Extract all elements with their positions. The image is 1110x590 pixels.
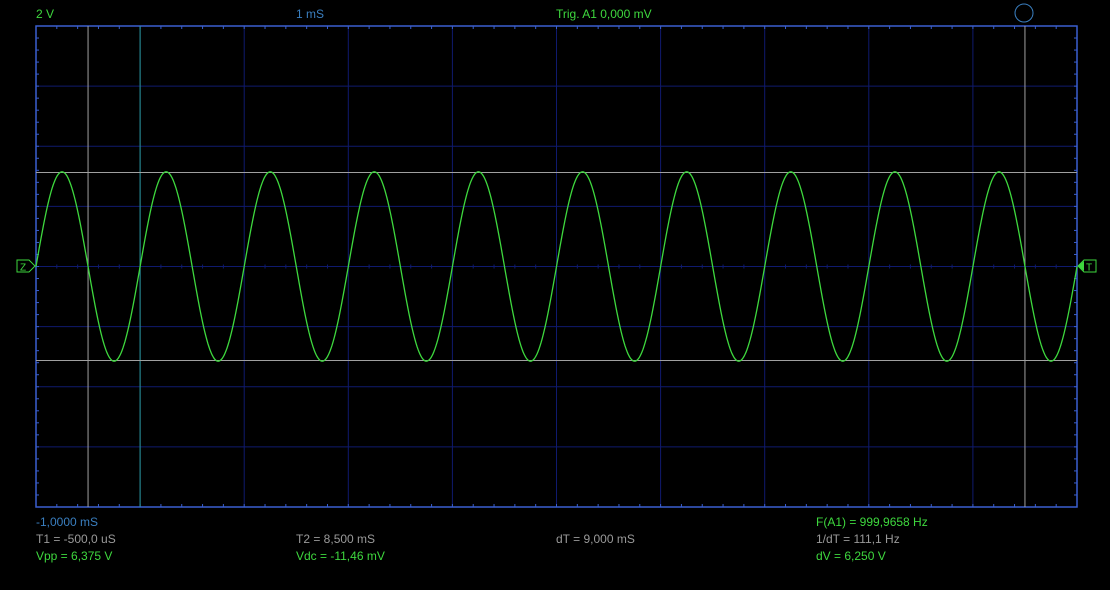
dt-readout: dT = 9,000 mS — [556, 532, 635, 546]
dv-readout: dV = 6,250 V — [816, 549, 886, 563]
scope-screen[interactable]: Z T — [0, 0, 1110, 590]
trigger-marker[interactable]: T — [1077, 259, 1097, 274]
trigger-marker-label: T — [1086, 263, 1092, 274]
t1-readout: T1 = -500,0 uS — [36, 532, 116, 546]
status-circle-icon[interactable] — [1014, 3, 1034, 23]
vpp-readout: Vpp = 6,375 V — [36, 549, 113, 563]
t2-readout: T2 = 8,500 mS — [296, 532, 376, 546]
vdc-readout: Vdc = -11,46 mV — [296, 549, 385, 563]
frequency-readout: F(A1) = 999,9658 Hz — [816, 515, 928, 529]
offset-time-readout: -1,0000 mS — [36, 515, 99, 529]
inverse-dt-readout: 1/dT = 111,1 Hz — [816, 532, 900, 546]
channel-marker[interactable]: Z — [16, 259, 36, 274]
channel-marker-label: Z — [20, 263, 26, 274]
